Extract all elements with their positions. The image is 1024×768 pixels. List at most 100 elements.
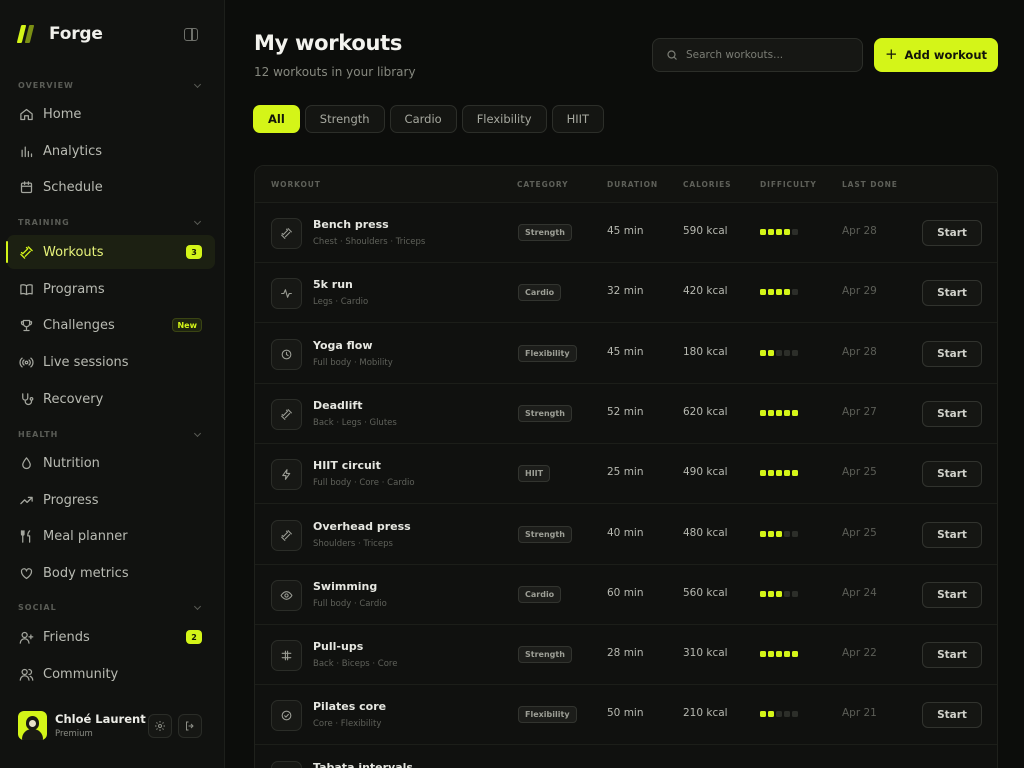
search-box[interactable] bbox=[652, 38, 863, 72]
sidebar-item-programs[interactable]: Programs bbox=[7, 272, 215, 306]
workout-muscles: Legs · Cardio bbox=[313, 297, 369, 308]
difficulty-dot bbox=[784, 651, 790, 658]
sidebar-item-meal-planner[interactable]: Meal planner bbox=[7, 519, 215, 553]
workout-icon bbox=[271, 519, 302, 551]
last-done: Apr 28 bbox=[842, 225, 877, 237]
sidebar-item-live-sessions[interactable]: Live sessions bbox=[7, 345, 215, 379]
col-category[interactable]: CATEGORY bbox=[517, 180, 569, 189]
settings-button[interactable] bbox=[148, 714, 172, 738]
sidebar-item-home[interactable]: Home bbox=[7, 97, 215, 131]
sidebar-item-body-metrics[interactable]: Body metrics bbox=[7, 556, 215, 590]
section-training[interactable]: TRAINING bbox=[18, 217, 202, 227]
difficulty-dot bbox=[792, 470, 798, 477]
workout-duration: 28 min bbox=[607, 647, 644, 660]
workout-muscles: Core · Flexibility bbox=[313, 719, 382, 730]
difficulty-dot bbox=[792, 590, 798, 597]
table-row[interactable]: Deadlift Back · Legs · Glutes Strength 52 m… bbox=[255, 384, 997, 444]
sidebar-item-challenges[interactable]: Challenges New bbox=[7, 308, 215, 342]
search-input[interactable] bbox=[686, 49, 846, 61]
sidebar-item-workouts[interactable]: Workouts 3 bbox=[6, 235, 215, 269]
difficulty-dot bbox=[768, 530, 774, 537]
section-overview[interactable]: OVERVIEW bbox=[18, 80, 202, 90]
section-social[interactable]: SOCIAL bbox=[18, 602, 202, 612]
difficulty-dot bbox=[760, 409, 766, 416]
category-badge: Flexibility bbox=[518, 344, 577, 362]
col-last-done[interactable]: LAST DONE bbox=[842, 180, 898, 189]
workout-duration: 50 min bbox=[607, 707, 644, 720]
sidebar-item-nutrition[interactable]: Nutrition bbox=[7, 446, 215, 480]
difficulty-dot bbox=[760, 229, 766, 235]
sidebar-item-community[interactable]: Community bbox=[7, 657, 215, 691]
sidebar-item-progress[interactable]: Progress bbox=[7, 483, 215, 517]
col-duration[interactable]: DURATION bbox=[607, 180, 658, 189]
workout-icon bbox=[271, 579, 302, 611]
sidebar-item-label: Challenges bbox=[43, 317, 115, 333]
last-done: Apr 22 bbox=[842, 647, 877, 660]
filter-all[interactable]: All bbox=[253, 105, 300, 133]
user-profile[interactable]: Chloé Laurent Premium bbox=[18, 710, 208, 740]
table-row[interactable]: Yoga flow Full body · Mobility Flexibility… bbox=[255, 324, 997, 384]
workout-icon bbox=[271, 398, 302, 430]
difficulty-meter bbox=[760, 530, 800, 537]
table-row[interactable]: 5k run Legs · Cardio Cardio 32 min 420 kcal A… bbox=[255, 263, 997, 324]
trophy-icon-wrap bbox=[18, 317, 34, 333]
filter-hiit[interactable]: HIIT bbox=[551, 105, 605, 133]
trend-icon bbox=[19, 496, 33, 504]
start-button[interactable]: Start bbox=[922, 461, 982, 488]
sidebar-toggle-icon[interactable] bbox=[184, 28, 198, 41]
start-button[interactable]: Start bbox=[922, 400, 982, 427]
start-button[interactable]: Start bbox=[922, 702, 982, 729]
table-row[interactable]: Tabata intervals bbox=[255, 746, 997, 768]
difficulty-dot bbox=[792, 651, 798, 658]
start-button[interactable]: Start bbox=[922, 280, 982, 307]
col-calories[interactable]: CALORIES bbox=[683, 180, 732, 189]
table-row[interactable]: Overhead press Shoulders · Triceps Strengt… bbox=[255, 505, 997, 565]
difficulty-dot bbox=[760, 470, 766, 477]
start-button[interactable]: Start bbox=[922, 521, 982, 548]
difficulty-dot bbox=[768, 711, 774, 718]
difficulty-dot bbox=[784, 349, 790, 356]
workout-name: HIIT circuit bbox=[313, 459, 381, 473]
section-health[interactable]: HEALTH bbox=[18, 429, 202, 439]
filter-strength[interactable]: Strength bbox=[304, 105, 385, 133]
sidebar-item-analytics[interactable]: Analytics bbox=[7, 134, 215, 168]
table-row[interactable]: Pull-ups Back · Biceps · Core Strength 28 m… bbox=[255, 625, 997, 686]
difficulty-dot bbox=[784, 590, 790, 597]
workout-name: Yoga flow bbox=[313, 338, 373, 352]
profile-plan: Premium bbox=[55, 728, 93, 739]
sidebar-item-schedule[interactable]: Schedule bbox=[7, 170, 215, 204]
filter-flexibility[interactable]: Flexibility bbox=[461, 105, 547, 133]
col-difficulty[interactable]: DIFFICULTY bbox=[760, 180, 817, 189]
sidebar-item-label: Community bbox=[43, 666, 119, 682]
category-badge: Strength bbox=[518, 525, 572, 543]
pulse-icon bbox=[281, 289, 292, 299]
start-button[interactable]: Start bbox=[922, 340, 982, 367]
last-done: Apr 24 bbox=[842, 586, 877, 599]
add-workout-button[interactable]: + Add workout bbox=[874, 38, 998, 72]
logout-icon bbox=[186, 721, 194, 731]
chevron-down-icon bbox=[193, 602, 202, 610]
sidebar-item-friends[interactable]: Friends 2 bbox=[7, 620, 215, 654]
start-button[interactable]: Start bbox=[922, 581, 982, 608]
table-row[interactable]: HIIT circuit Full body · Core · Cardio HII… bbox=[255, 444, 997, 505]
logout-button[interactable] bbox=[178, 714, 202, 738]
filter-cardio[interactable]: Cardio bbox=[389, 105, 457, 133]
brand[interactable]: Forge bbox=[16, 24, 103, 44]
start-button[interactable]: Start bbox=[922, 220, 982, 246]
workout-muscles: Full body · Mobility bbox=[313, 357, 393, 368]
difficulty-dot bbox=[792, 711, 798, 718]
start-button[interactable]: Start bbox=[922, 642, 982, 669]
col-workout[interactable]: WORKOUT bbox=[271, 180, 321, 189]
table-row[interactable]: Swimming Full body · Cardio Cardio 60 min 56… bbox=[255, 565, 997, 625]
sidebar-item-label: Friends bbox=[43, 629, 90, 645]
difficulty-meter bbox=[760, 470, 800, 477]
sidebar-item-recovery[interactable]: Recovery bbox=[7, 382, 215, 416]
workout-calories: 480 kcal bbox=[683, 526, 728, 539]
difficulty-dot bbox=[768, 229, 774, 235]
page-subtitle: 12 workouts in your library bbox=[254, 65, 416, 79]
workout-name: Pilates core bbox=[313, 700, 387, 714]
workout-icon bbox=[271, 640, 302, 672]
workout-name: Pull-ups bbox=[313, 640, 364, 654]
table-row[interactable]: Pilates core Core · Flexibility Flexibilit… bbox=[255, 685, 997, 746]
table-row[interactable]: Bench press Chest · Shoulders · Triceps St… bbox=[255, 203, 997, 263]
